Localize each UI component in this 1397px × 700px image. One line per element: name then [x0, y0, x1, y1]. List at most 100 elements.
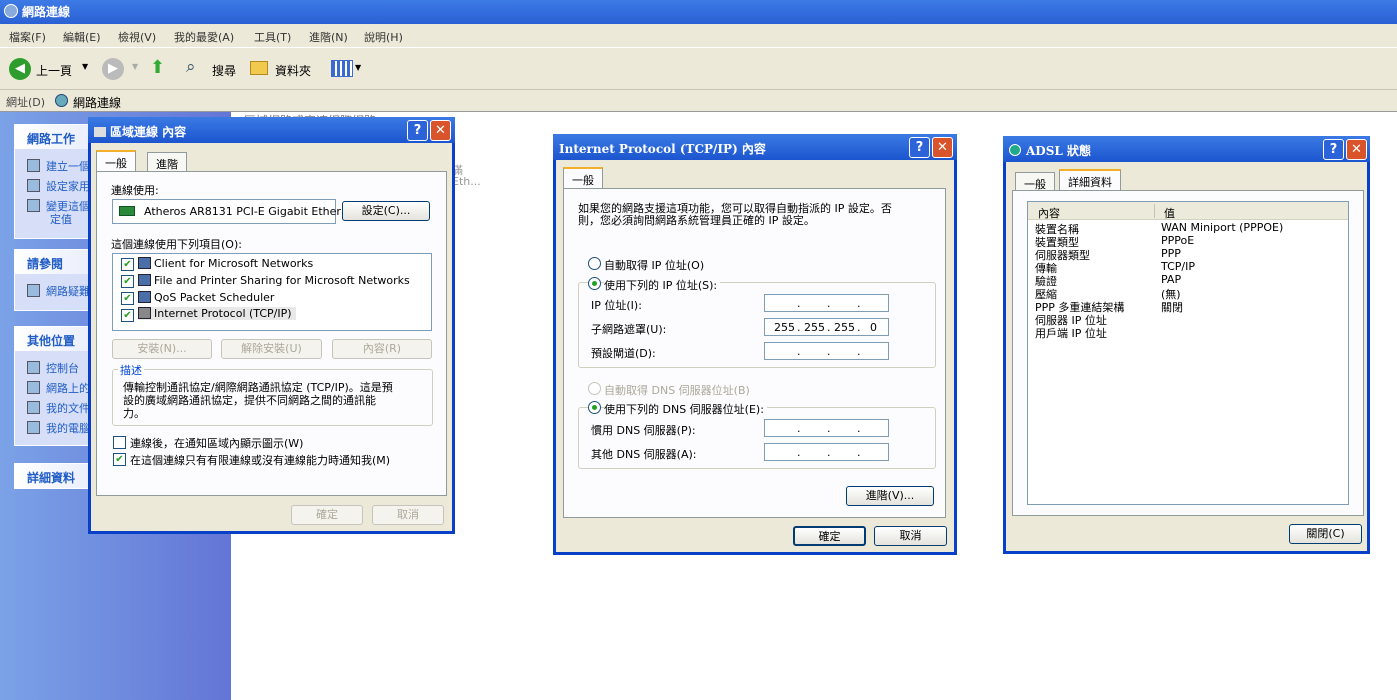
file-sharing-item[interactable]: File and Printer Sharing for Microsoft N… [138, 274, 410, 287]
static-dns-radio[interactable] [588, 401, 601, 414]
setup-home-network-link[interactable]: 設定家用 [27, 178, 90, 194]
ip-address-field[interactable]: ... [764, 294, 889, 312]
adapter-name: Atheros AR8131 PCI-E Gigabit Ether [144, 205, 341, 218]
auto-ip-label[interactable]: 自動取得 IP 位址(O) [604, 257, 704, 273]
tcpip-help-button[interactable]: ? [909, 137, 930, 158]
row-transport-value: TCP/IP [1161, 260, 1195, 273]
forward-dropdown-icon[interactable]: ▼ [132, 62, 138, 71]
notify-label[interactable]: 在這個連線只有有限連線或沒有連線能力時通知我(M) [130, 452, 390, 468]
uninstall-button[interactable]: 解除安裝(U) [221, 339, 322, 359]
control-panel-link[interactable]: 控制台 [27, 360, 79, 376]
explorer-title-bar[interactable]: 網路連線 [0, 0, 1397, 24]
file-sharing-checkbox[interactable]: ✔ [121, 275, 134, 288]
subnet-mask-label: 子網路遮罩(U): [591, 323, 667, 336]
description-line-3: 力。 [123, 407, 145, 420]
my-network-places-link[interactable]: 網路上的 [27, 380, 90, 396]
tab-details[interactable]: 詳細資料 [1059, 169, 1121, 191]
auto-ip-radio[interactable] [588, 257, 601, 270]
properties-button[interactable]: 內容(R) [332, 339, 432, 359]
connection-device-fragment: Eth... [452, 175, 481, 188]
help-button[interactable]: ? [407, 120, 428, 141]
column-value[interactable]: 值 [1164, 205, 1175, 221]
static-dns-label[interactable]: 使用下列的 DNS 伺服器位址(E): [604, 401, 767, 417]
adsl-dialog-title: ADSL 狀態 [1026, 144, 1091, 158]
views-icon[interactable] [331, 60, 353, 77]
create-connection-link[interactable]: 建立一個 [27, 158, 90, 174]
client-item[interactable]: Client for Microsoft Networks [138, 257, 313, 270]
search-icon[interactable]: ⌕ [186, 57, 196, 77]
auto-dns-radio[interactable] [588, 382, 601, 395]
preferred-dns-field[interactable]: ... [764, 419, 889, 437]
close-button[interactable]: ✕ [430, 120, 451, 141]
back-dropdown-icon[interactable]: ▼ [82, 62, 88, 71]
tab-advanced[interactable]: 進階 [147, 152, 187, 172]
ip-address-label: IP 位址(I): [591, 299, 642, 312]
show-icon-checkbox[interactable] [113, 436, 126, 449]
configure-button[interactable]: 設定(C)... [342, 201, 430, 221]
install-button[interactable]: 安裝(N)... [112, 339, 212, 359]
adsl-help-button[interactable]: ? [1323, 139, 1344, 160]
folders-button-label[interactable]: 資料夾 [275, 62, 311, 79]
static-ip-radio[interactable] [588, 277, 601, 290]
address-network-icon [55, 94, 68, 107]
qos-checkbox[interactable]: ✔ [121, 292, 134, 305]
info-icon [27, 284, 40, 297]
tcpip-dialog-title-bar[interactable]: Internet Protocol (TCP/IP) 內容 [553, 134, 957, 160]
ok-button[interactable]: 確定 [291, 505, 363, 525]
column-property[interactable]: 內容 [1038, 205, 1060, 221]
menu-advanced[interactable]: 進階(N) [309, 29, 348, 45]
tcpip-checkbox[interactable]: ✔ [121, 309, 134, 322]
client-checkbox[interactable]: ✔ [121, 258, 134, 271]
menu-view[interactable]: 檢視(V) [118, 29, 156, 45]
address-bar: 網址(D) 網路連線 [0, 90, 1397, 112]
alternate-dns-label: 其他 DNS 伺服器(A): [591, 448, 697, 461]
menu-file[interactable]: 檔案(F) [9, 29, 46, 45]
tcpip-item[interactable]: Internet Protocol (TCP/IP) [138, 307, 296, 320]
tcpip-close-button[interactable]: ✕ [932, 137, 953, 158]
window-title: 網路連線 [22, 5, 71, 19]
adsl-close-button[interactable]: ✕ [1346, 139, 1367, 160]
troubleshooter-link[interactable]: 網路疑難 [27, 283, 90, 299]
forward-arrow-icon[interactable]: ▶ [102, 58, 124, 80]
qos-icon [138, 291, 151, 303]
close-dialog-button[interactable]: 關閉(C) [1289, 524, 1362, 544]
advanced-button[interactable]: 進階(V)... [846, 486, 934, 506]
show-icon-label[interactable]: 連線後，在通知區域內顯示圖示(W) [130, 435, 303, 451]
static-ip-label[interactable]: 使用下列的 IP 位址(S): [604, 277, 721, 293]
notify-checkbox[interactable]: ✔ [113, 453, 126, 466]
tab-general[interactable]: 一般 [1015, 172, 1055, 192]
details-list[interactable]: 內容 值 裝置名稱 WAN Miniport (PPPOE) 裝置類型 PPPoE … [1027, 201, 1349, 505]
change-settings-link-line2[interactable]: 定值 [50, 211, 72, 227]
mask-octet-3: 255 [834, 321, 855, 334]
my-documents-link[interactable]: 我的文件 [27, 400, 90, 416]
file-sharing-icon [138, 274, 151, 286]
ok-button[interactable]: 確定 [793, 526, 866, 546]
cancel-button[interactable]: 取消 [372, 505, 444, 525]
tab-general[interactable]: 一般 [563, 167, 603, 189]
description-line-2: 設的廣域網路通訊協定，提供不同網路之間的通訊能 [123, 394, 376, 407]
address-value[interactable]: 網路連線 [73, 94, 121, 111]
column-divider [1154, 204, 1155, 218]
up-folder-icon[interactable]: ⬆ [150, 57, 165, 78]
search-button-label[interactable]: 搜尋 [212, 62, 236, 79]
cancel-button[interactable]: 取消 [874, 526, 947, 546]
menu-favorites[interactable]: 我的最愛(A) [174, 29, 234, 45]
tab-general[interactable]: 一般 [96, 150, 136, 172]
lan-dialog-title-bar[interactable]: 區域連線 內容 [88, 117, 455, 143]
folders-icon[interactable] [250, 61, 268, 75]
my-computer-link[interactable]: 我的電腦 [27, 420, 90, 436]
subnet-mask-field[interactable]: 255. 255. 255. 0 [764, 318, 889, 336]
qos-item[interactable]: QoS Packet Scheduler [138, 291, 274, 304]
alternate-dns-field[interactable]: ... [764, 443, 889, 461]
views-dropdown-icon[interactable]: ▼ [355, 63, 361, 72]
menu-edit[interactable]: 編輯(E) [63, 29, 101, 45]
component-list[interactable]: ✔ Client for Microsoft Networks ✔ File a… [112, 253, 432, 331]
menu-help[interactable]: 說明(H) [364, 29, 403, 45]
network-places-icon [27, 381, 40, 394]
back-button-label[interactable]: 上一頁 [36, 62, 72, 79]
back-arrow-icon[interactable]: ◀ [9, 58, 31, 80]
adsl-dialog-title-bar[interactable]: ADSL 狀態 [1003, 136, 1370, 162]
gateway-field[interactable]: ... [764, 342, 889, 360]
auto-dns-label[interactable]: 自動取得 DNS 伺服器位址(B) [604, 382, 750, 398]
menu-tools[interactable]: 工具(T) [254, 29, 291, 45]
